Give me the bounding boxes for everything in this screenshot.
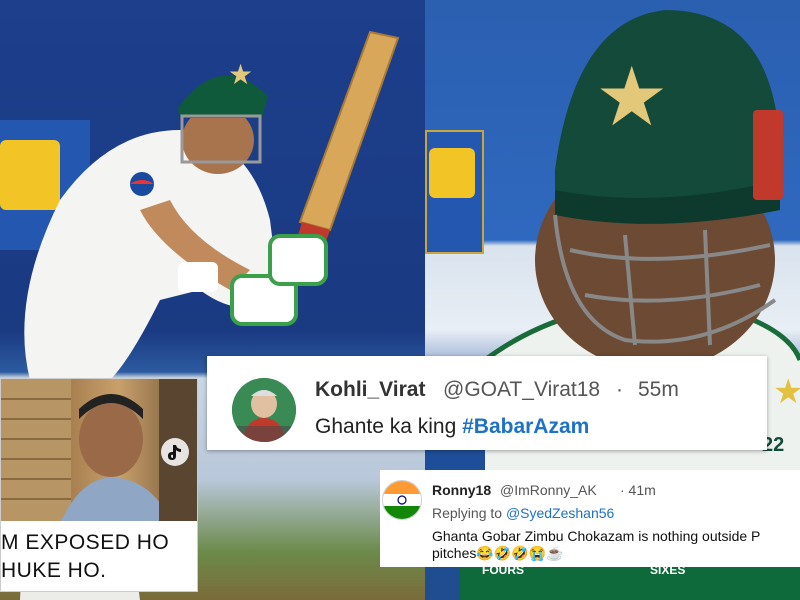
meme-caption-line2: HUKE HO. <box>1 559 107 582</box>
jersey-star-icon: ★ <box>773 372 800 412</box>
avatar[interactable] <box>232 378 296 442</box>
tweet-hashtag-link[interactable]: #BabarAzam <box>462 415 589 438</box>
helmet-star-icon: ★ <box>595 50 669 145</box>
sixes-label: SIXES <box>650 563 686 577</box>
helmet-star-icon: ★ <box>228 58 254 91</box>
replying-to-handle-link[interactable]: @SyedZeshan56 <box>506 505 614 521</box>
tweet-author-handle[interactable]: @GOAT_Virat18 <box>443 378 600 402</box>
broadcast-score-bar: FOURS SIXES <box>460 563 800 600</box>
avatar-image <box>232 378 296 442</box>
reply-timestamp[interactable]: · 41m <box>620 482 656 498</box>
tweet-timestamp[interactable]: 55m <box>638 378 679 402</box>
reply-text-line2: pitches😂🤣🤣😭☕ <box>432 545 564 561</box>
tweet-text: Ghante ka king #BabarAzam <box>315 415 589 439</box>
tweet-card-main[interactable]: Kohli_Virat @GOAT_Virat18 · 55m Ghante k… <box>207 356 767 450</box>
india-flag-icon[interactable] <box>382 480 422 520</box>
reply-author-name[interactable]: Ronny18 <box>432 482 491 498</box>
tiktok-icon <box>161 438 189 466</box>
tweet-author-name[interactable]: Kohli_Virat <box>315 378 425 402</box>
tweet-separator: · <box>616 378 623 401</box>
reply-text: Ghanta Gobar Zimbu Chokazam is nothing o… <box>432 528 761 544</box>
replying-to-prefix: Replying to <box>432 505 506 521</box>
meme-card: M EXPOSED HO HUKE HO. <box>0 378 198 592</box>
tweet-text-body: Ghante ka king <box>315 415 463 438</box>
meme-caption-line1: M EXPOSED HO <box>1 531 170 554</box>
reply-author-handle[interactable]: @ImRonny_AK <box>500 482 597 498</box>
replying-to-line: Replying to @SyedZeshan56 <box>432 505 614 521</box>
fours-label: FOURS <box>482 563 524 577</box>
tweet-card-reply[interactable]: Ronny18 @ImRonny_AK · 41m Replying to @S… <box>380 470 800 567</box>
